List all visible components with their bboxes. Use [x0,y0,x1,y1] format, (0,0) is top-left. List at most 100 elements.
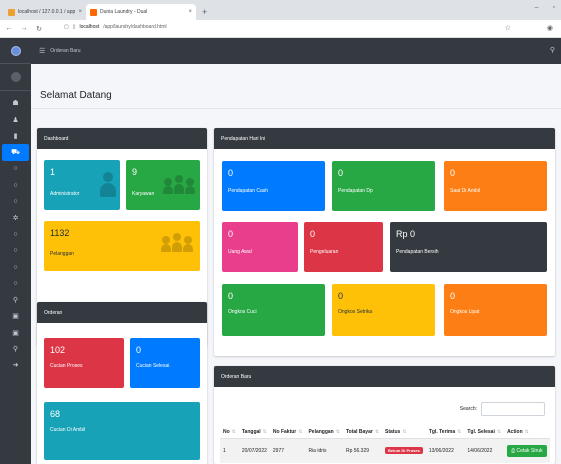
column-header[interactable]: Status ⇅ [382,426,426,439]
app-sidebar: ☗ ♟ ▮ ⛟ ○ ○ ○ ✲ ○ ○ ○ ○ ⚲ ▣ ▣ ⚲ ➜ [0,38,31,464]
stat-box-cucian-selesai[interactable]: 0 Cucian Selesai [130,338,200,388]
card-header: Orderan Baru [214,366,555,387]
url-path: /app/laundry/dashboard.html [103,24,167,30]
stat-box-cucian-proses[interactable]: 102 Cucian Proses [44,338,124,388]
stat-box-administrator[interactable]: 1 Administrator [44,160,120,210]
cell-faktur: 2977 [269,438,306,463]
orders-table: No ⇅ Tanggal ⇅ No Faktur ⇅ Pelanggan ⇅ Total… [220,426,550,463]
stat-box-ongkos-setrika[interactable]: 0 Ongkos Setrika [332,284,435,336]
stat-label: Pendapatan Dp [338,188,373,194]
stat-box-pelanggan[interactable]: 1132 Pelanggan [44,221,200,271]
sidebar-item-settings[interactable]: ✲ [0,210,31,226]
reload-icon[interactable]: ↻ [33,25,45,33]
column-header[interactable]: No ⇅ [220,426,239,439]
user-icon [100,172,116,198]
stat-box-ongkos-cuci[interactable]: 0 Ongkos Cuci [222,284,325,336]
column-header[interactable]: Tgl. Terima ⇅ [425,426,465,439]
stat-box-karyawan[interactable]: 9 Karyawan [126,160,200,210]
hamburger-menu-icon[interactable]: ☰ [39,47,45,55]
circle-icon: ○ [13,198,18,206]
new-tab-button[interactable]: + [196,4,213,20]
stat-box-pengeluaran[interactable]: 0 Pengeluaran [304,222,383,272]
brand-logo-area[interactable] [0,38,31,64]
search-input[interactable] [481,402,545,416]
sidebar-item-circle-7[interactable]: ○ [0,275,31,291]
card-header: Orderan [37,302,207,323]
sidebar-item-circle-5[interactable]: ○ [0,243,31,259]
table-search: Search: [460,402,545,416]
extension-icon[interactable]: ◉ [547,24,553,32]
circle-icon: ○ [13,181,18,189]
sidebar-item-circle-1[interactable]: ○ [0,161,31,177]
stat-label: Pengeluaran [310,249,339,255]
sidebar-item-users[interactable]: ♟ [0,111,31,127]
cell-pelanggan: Ria idris [305,438,343,463]
column-header[interactable]: Total Bayar ⇅ [342,426,383,439]
report-icon: ⚲ [12,296,19,304]
sidebar-item-circle-4[interactable]: ○ [0,226,31,242]
stat-box-pendapatan-cash[interactable]: 0 Pendapatan Cash [222,161,325,211]
forward-icon[interactable]: → [18,25,30,32]
stat-label: Cucian Di Ambil [50,427,86,433]
stat-box-ongkos-lipat[interactable]: 0 Ongkos Lipat [444,284,547,336]
stat-value: 0 [136,345,142,355]
book-icon: ▮ [13,132,18,140]
search-icon[interactable]: ⚲ [550,46,555,54]
stat-value: 0 [450,168,456,178]
stat-box-uang-awal[interactable]: 0 Uang Awal [222,222,298,272]
column-header[interactable]: Pelanggan ⇅ [305,426,343,439]
button-label: Cetak Struk [516,448,543,454]
sidebar-item-search[interactable]: ⚲ [0,341,31,357]
card-header: Pendapatan Hari Ini [214,128,555,149]
stat-value: 0 [310,229,316,239]
page-icon: ▯ [72,24,76,30]
browser-tab-phpmyadmin[interactable]: localhost / 127.0.0.1 / app_laun × [4,4,86,20]
maximize-icon[interactable]: ▫ [553,4,555,11]
close-tab-icon[interactable]: × [78,9,82,15]
sidebar-item-report[interactable]: ⚲ [0,292,31,308]
sidebar-item-dashboard[interactable]: ☗ [0,95,31,111]
cell-action: ⎙ Cetak Struk [504,438,550,463]
stat-box-pendapatan-dp[interactable]: 0 Pendapatan Dp [332,161,435,211]
print-icon: ▣ [12,313,19,321]
bookmark-star-icon[interactable]: ☆ [505,24,511,32]
stat-label: Cucian Selesai [136,363,170,369]
browser-tab-laundry[interactable]: Dunia Laundry - Dual × [86,4,196,20]
stat-value: 1132 [50,228,70,238]
close-tab-icon[interactable]: × [188,9,192,15]
column-header[interactable]: No Faktur ⇅ [269,426,306,439]
sidebar-item-circle-3[interactable]: ○ [0,193,31,209]
url-field[interactable]: ▢ ▯ localhost/app/laundry/dashboard.html [64,24,167,30]
stat-label: Pelanggan [50,251,74,257]
stat-box-cucian-di-ambil[interactable]: 68 Cucian Di Ambil [44,402,200,460]
column-header[interactable]: Action ⇅ [504,426,550,439]
sidebar-item-print-1[interactable]: ▣ [0,308,31,324]
user-panel[interactable] [0,64,31,91]
avatar [10,72,21,82]
stat-label: Administrator [50,191,80,197]
sidebar-item-circle-2[interactable]: ○ [0,177,31,193]
column-header[interactable]: Tgl. Selesai ⇅ [464,426,505,439]
sidebar-item-orders[interactable]: ⛟ [2,144,29,161]
cetak-struk-button[interactable]: ⎙ Cetak Struk [507,445,547,457]
sidebar-item-logout[interactable]: ➜ [0,357,31,373]
circle-icon: ○ [13,230,18,238]
url-host: localhost [79,24,100,30]
minimize-icon[interactable]: – [535,4,539,11]
stat-value: 0 [338,291,344,301]
stat-box-saat-di-ambil[interactable]: 0 Saat Di Ambil [444,161,547,211]
main-content: Selamat Datang Dashboard 1 Administrator… [31,64,561,464]
sidebar-item-book[interactable]: ▮ [0,128,31,144]
back-icon[interactable]: ← [3,25,15,32]
stat-value: 0 [450,291,456,301]
sidebar-item-print-2[interactable]: ▣ [0,324,31,340]
cell-no: 1 [220,438,239,463]
window-controls: – ▫ [535,4,555,11]
column-header[interactable]: Tanggal ⇅ [238,426,270,439]
gear-icon: ✲ [12,214,19,222]
sidebar-item-circle-6[interactable]: ○ [0,259,31,275]
stat-value: Rp 0 [396,229,416,239]
stat-box-pendapatan-bersih[interactable]: Rp 0 Pendapatan Bersih [390,222,547,272]
stat-label: Ongkos Setrika [338,309,373,315]
nav-link-orderan-baru[interactable]: Orderan Baru [50,48,80,54]
